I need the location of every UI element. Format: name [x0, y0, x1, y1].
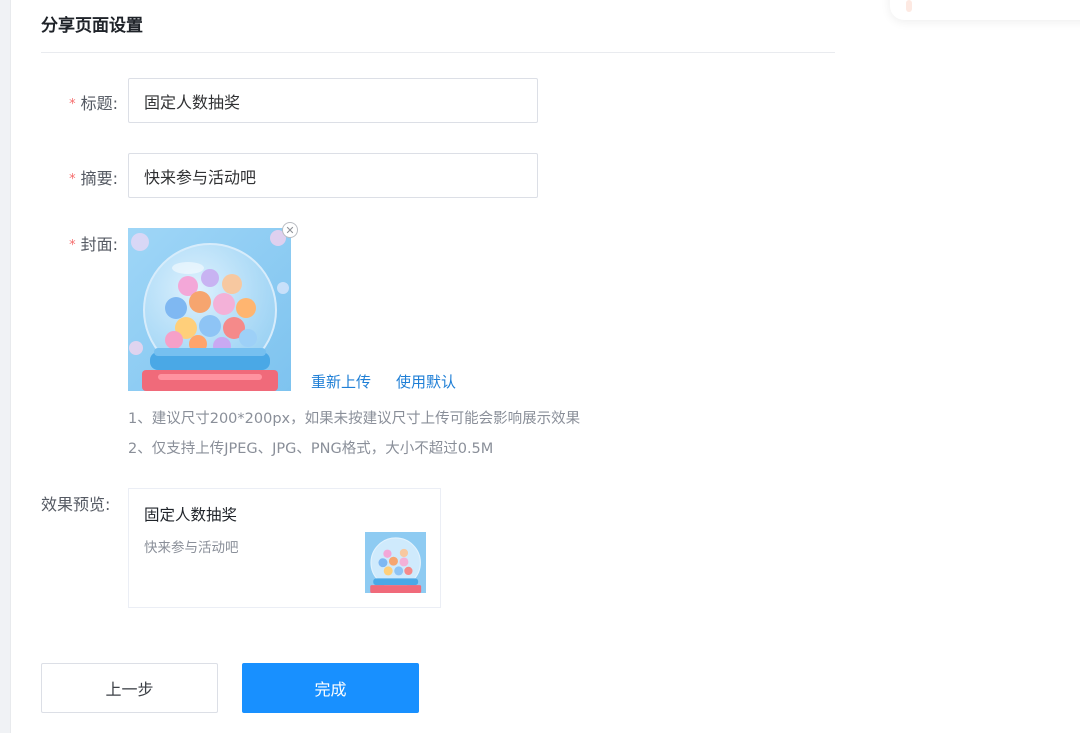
summary-input[interactable] [128, 153, 538, 198]
cover-hint-format: 2、仅支持上传JPEG、JPG、PNG格式，大小不超过0.5M [128, 441, 494, 457]
preview-card-title: 固定人数抽奖 [144, 506, 238, 524]
preview-thumbnail [365, 532, 426, 593]
cover-hint-size: 1、建议尺寸200*200px，如果未按建议尺寸上传可能会影响展示效果 [128, 411, 581, 427]
required-mark: * [69, 172, 76, 187]
cover-label: * 封面: [69, 235, 118, 254]
preview-card-summary: 快来参与活动吧 [144, 540, 239, 556]
prev-step-button[interactable]: 上一步 [41, 663, 218, 713]
left-sidebar-edge [0, 0, 11, 733]
cover-image[interactable] [128, 228, 291, 391]
gumball-machine-image [128, 228, 291, 391]
required-mark: * [69, 97, 76, 112]
reupload-button[interactable]: 重新上传 [311, 371, 371, 392]
preview-card: 固定人数抽奖 快来参与活动吧 [128, 488, 441, 608]
title-input[interactable] [128, 78, 538, 123]
title-label: * 标题: [69, 94, 118, 113]
section-divider [41, 52, 835, 53]
required-mark: * [69, 238, 76, 253]
done-button[interactable]: 完成 [242, 663, 419, 713]
preview-label: 效果预览: [41, 495, 111, 514]
section-title: 分享页面设置 [41, 16, 143, 36]
floating-card-corner [890, 0, 1080, 20]
summary-label: * 摘要: [69, 169, 118, 188]
use-default-button[interactable]: 使用默认 [396, 371, 456, 392]
close-circle-icon[interactable]: ✕ [282, 222, 298, 238]
